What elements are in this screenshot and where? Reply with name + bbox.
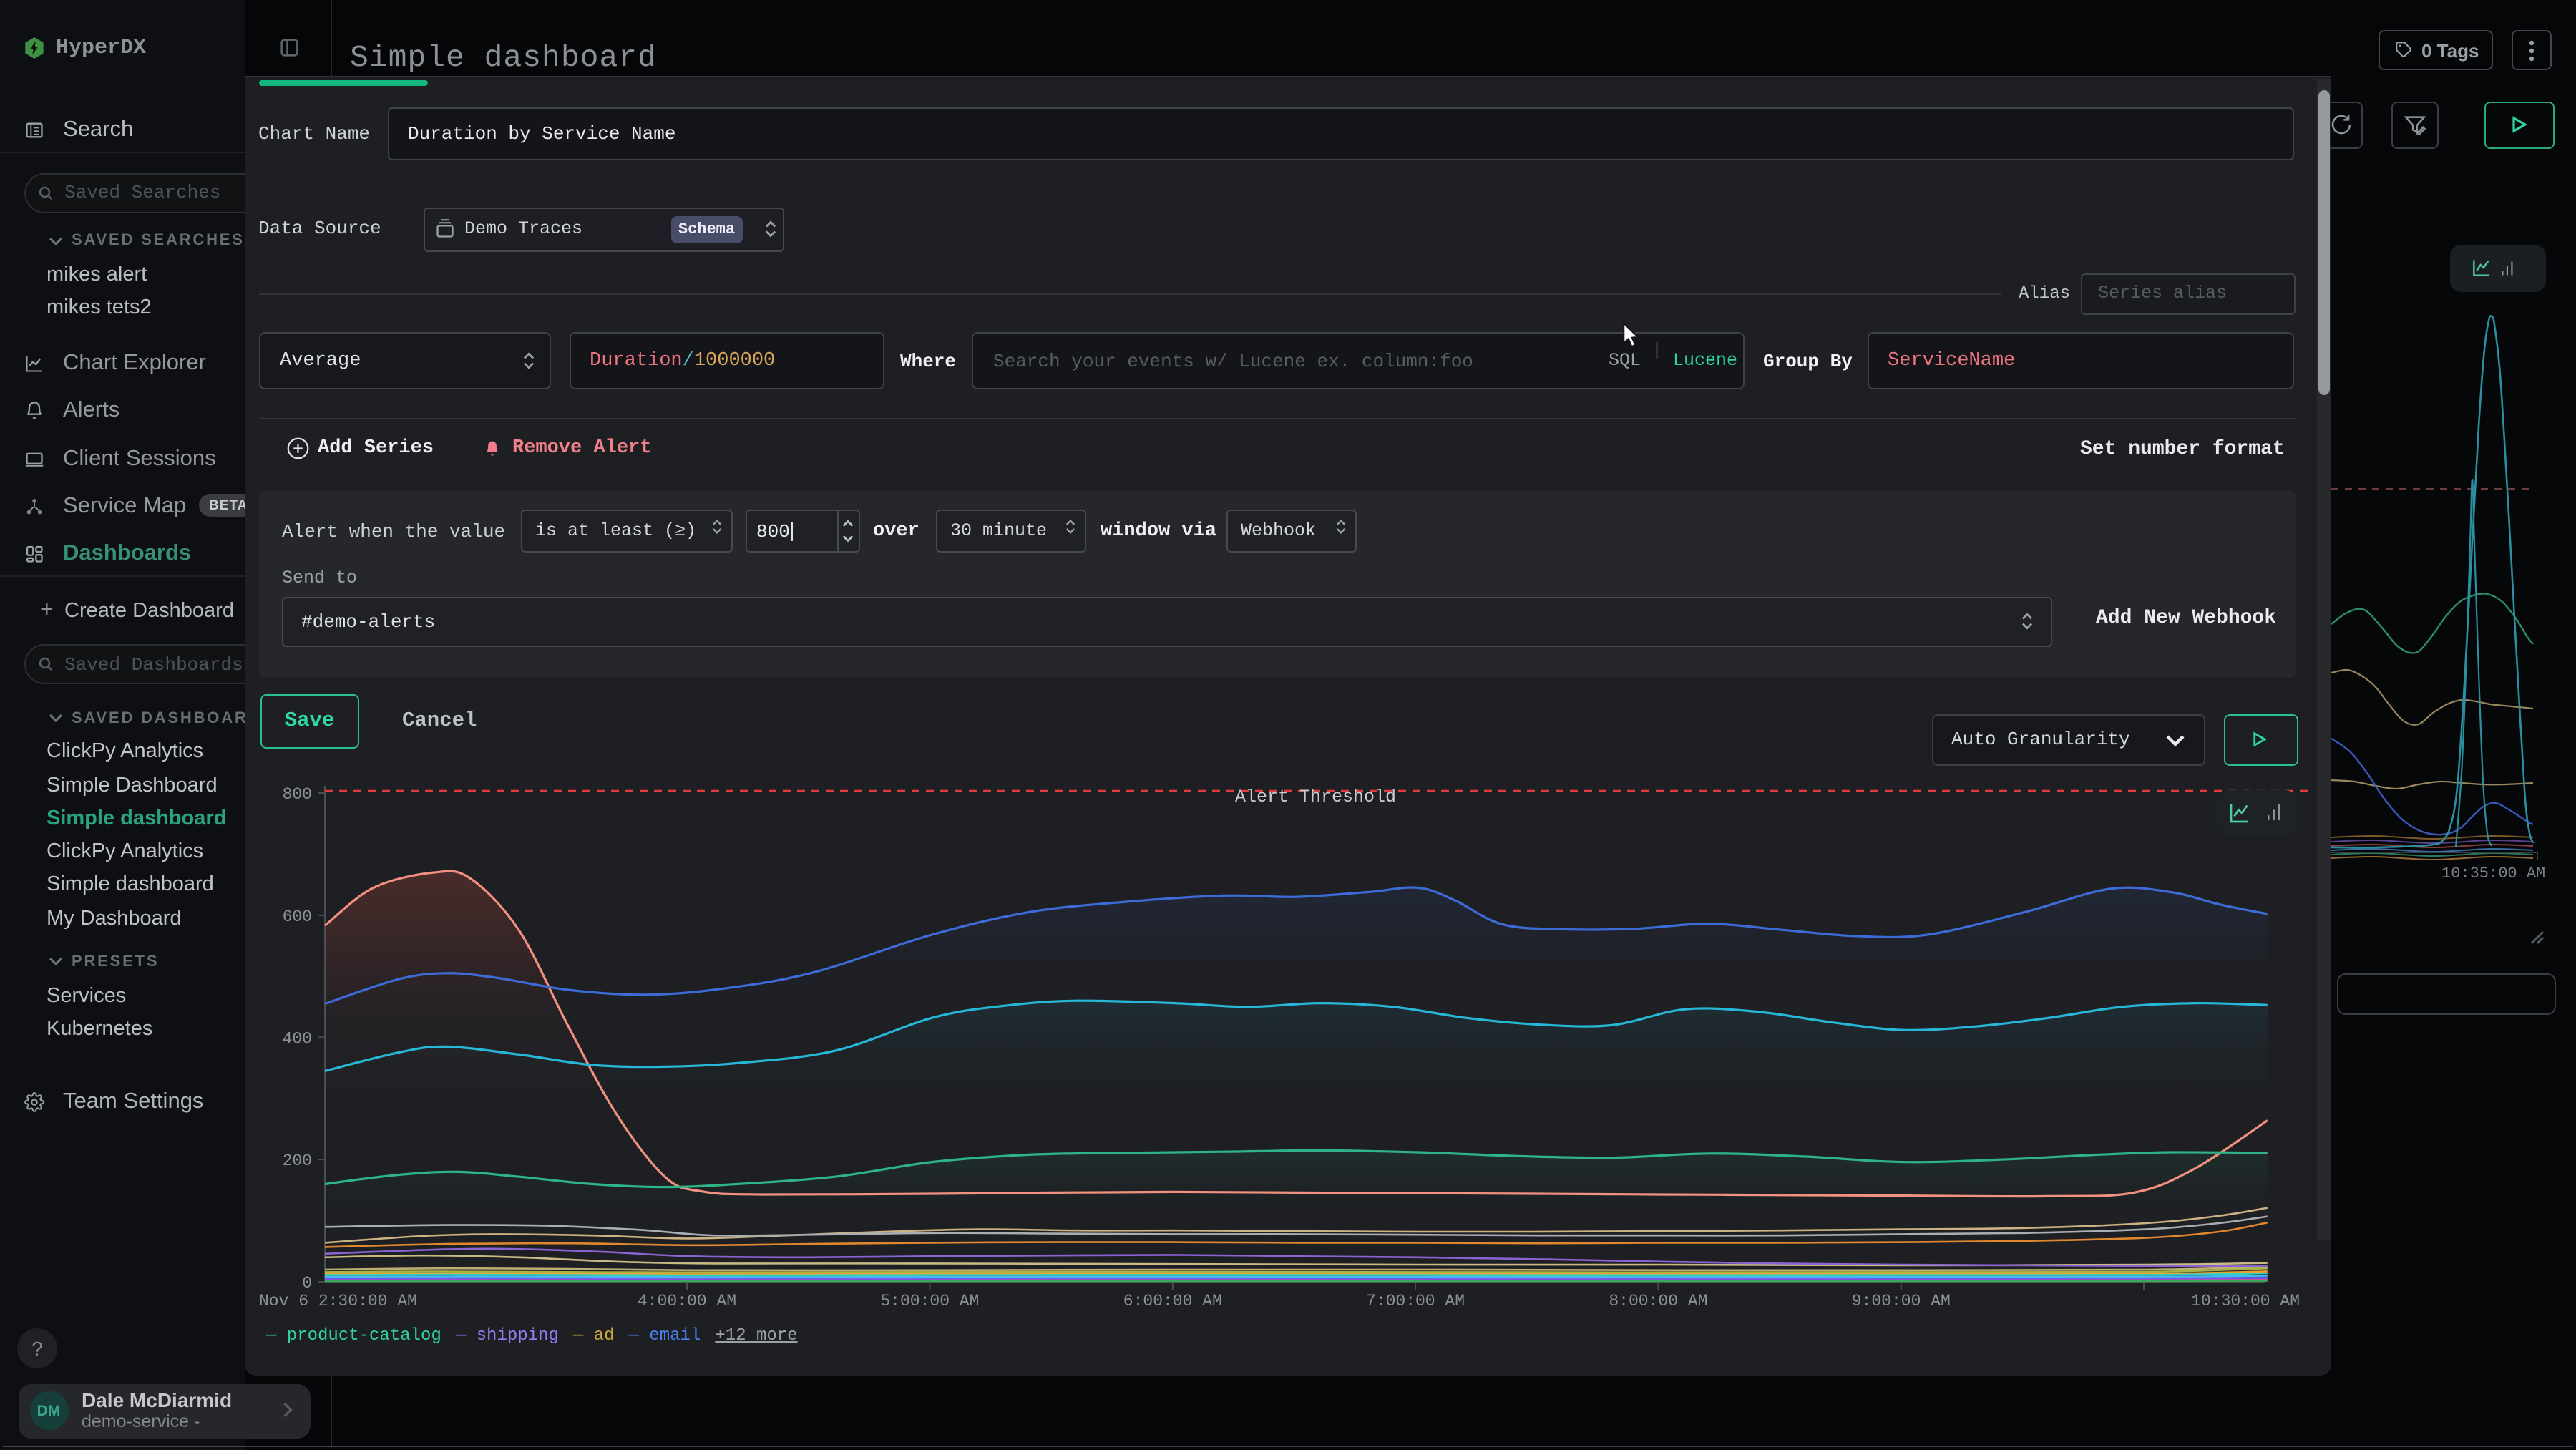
svg-text:6:00:00 AM: 6:00:00 AM [1123,1292,1222,1310]
svg-text:Nov 6 2:30:00 AM: Nov 6 2:30:00 AM [259,1292,417,1310]
svg-text:400: 400 [283,1029,312,1048]
svg-text:7:00:00 AM: 7:00:00 AM [1366,1292,1465,1310]
svg-text:8:00:00 AM: 8:00:00 AM [1609,1292,1707,1310]
svg-text:4:00:00 AM: 4:00:00 AM [638,1292,736,1310]
svg-text:200: 200 [283,1152,312,1170]
svg-text:9:00:00 AM: 9:00:00 AM [1852,1292,1951,1310]
svg-text:0: 0 [302,1274,312,1293]
svg-text:5:00:00 AM: 5:00:00 AM [880,1292,979,1310]
svg-text:800: 800 [283,785,312,804]
svg-text:600: 600 [283,908,312,926]
svg-text:Alert Threshold: Alert Threshold [1235,787,1396,807]
svg-text:10:30:00 AM: 10:30:00 AM [2191,1292,2300,1310]
